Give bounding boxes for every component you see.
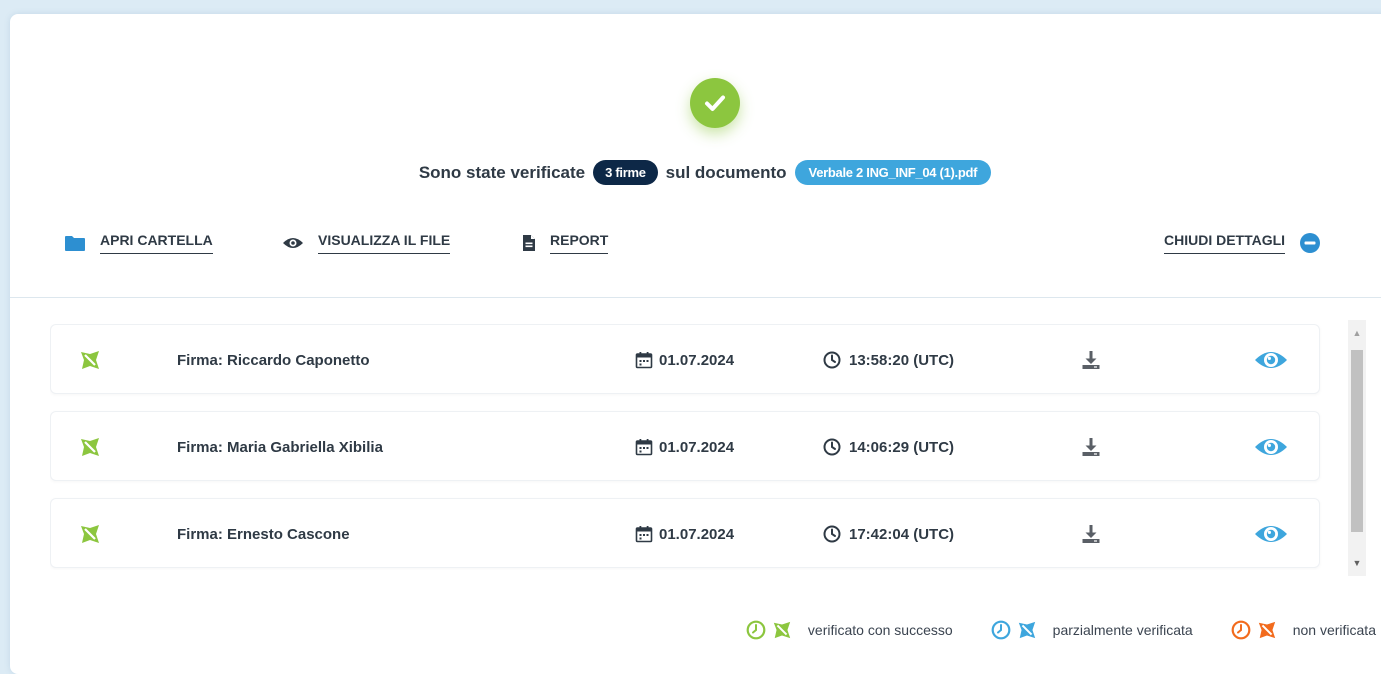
- signature-partial-icon: [1018, 621, 1035, 639]
- view-file-button[interactable]: VISUALIZZA IL FILE: [282, 232, 451, 254]
- signature-time-text: 14:06:29 (UTC): [849, 438, 955, 456]
- clock-icon: [823, 438, 841, 456]
- signature-time-text: 17:42:04 (UTC): [849, 525, 955, 543]
- verification-summary: Sono state verificate 3 firme sul docume…: [10, 160, 1381, 185]
- clock-green-icon: [746, 620, 766, 640]
- download-button[interactable]: [1081, 499, 1101, 569]
- clock-orange-icon: [1231, 620, 1251, 640]
- signature-date: 01.07.2024: [635, 412, 734, 482]
- signature-date-text: 01.07.2024: [659, 525, 735, 543]
- eye-icon: [1255, 439, 1287, 455]
- signature-verified-icon: [79, 499, 101, 569]
- success-check-icon: [690, 78, 740, 128]
- download-icon: [1082, 525, 1100, 543]
- view-signature-button[interactable]: [1253, 412, 1289, 482]
- eye-icon: [1255, 526, 1287, 542]
- signature-date: 01.07.2024: [635, 499, 734, 569]
- view-file-label: VISUALIZZA IL FILE: [318, 232, 451, 254]
- signature-time: 13:58:20 (UTC): [823, 325, 954, 395]
- download-icon: [1082, 351, 1100, 369]
- signature-time: 17:42:04 (UTC): [823, 499, 954, 569]
- signature-verified-icon: [79, 325, 101, 395]
- legend-item-failed: non verificata: [1231, 620, 1376, 640]
- summary-text-before: Sono state verificate: [418, 162, 586, 182]
- eye-icon: [283, 238, 303, 248]
- signer-name: Firma: Maria Gabriella Xibilia: [177, 438, 383, 456]
- signer-name: Firma: Ernesto Cascone: [177, 525, 350, 543]
- verification-panel: Sono state verificate 3 firme sul docume…: [10, 14, 1381, 674]
- legend-item-partial: parzialmente verificata: [991, 620, 1193, 640]
- signature-count-badge: 3 firme: [593, 160, 658, 185]
- scroll-down-arrow-icon[interactable]: ▼: [1348, 554, 1366, 572]
- folder-icon: [65, 235, 85, 251]
- clock-blue-icon: [991, 620, 1011, 640]
- signature-date-text: 01.07.2024: [659, 438, 735, 456]
- clock-icon: [823, 351, 841, 369]
- file-report-icon: [523, 235, 535, 251]
- signature-time: 14:06:29 (UTC): [823, 412, 954, 482]
- signature-row: Firma: Maria Gabriella Xibilia 01.07.202…: [50, 411, 1320, 481]
- download-icon: [1082, 438, 1100, 456]
- download-button[interactable]: [1081, 412, 1101, 482]
- signature-row: Firma: Ernesto Cascone 01.07.2024 17:42:…: [50, 498, 1320, 568]
- toolbar: APRI CARTELLA VISUALIZZA IL FILE REPORT …: [64, 232, 1364, 272]
- open-folder-button[interactable]: APRI CARTELLA: [64, 232, 213, 254]
- report-label: REPORT: [550, 232, 609, 254]
- legend-failed-label: non verificata: [1292, 622, 1376, 638]
- signature-list: Firma: Riccardo Caponetto 01.07.2024 13:…: [50, 324, 1340, 570]
- file-name-badge: Verbale 2 ING_INF_04 (1).pdf: [794, 160, 992, 185]
- download-button[interactable]: [1081, 325, 1101, 395]
- signature-failed-icon: [1258, 621, 1275, 639]
- summary-text-middle: sul documento: [665, 162, 787, 182]
- view-signature-button[interactable]: [1253, 499, 1289, 569]
- clock-icon: [823, 525, 841, 543]
- calendar-icon: [635, 352, 653, 369]
- calendar-icon: [635, 439, 653, 456]
- status-legend: verificato con successo parzialmente ver…: [708, 620, 1376, 640]
- calendar-icon: [635, 526, 653, 543]
- close-details-label: CHIUDI DETTAGLI: [1164, 232, 1286, 254]
- signer-name: Firma: Riccardo Caponetto: [177, 351, 370, 369]
- signature-row: Firma: Riccardo Caponetto 01.07.2024 13:…: [50, 324, 1320, 394]
- section-divider: [10, 297, 1381, 298]
- signature-verified-icon: [773, 621, 791, 639]
- close-details-button[interactable]: CHIUDI DETTAGLI: [1164, 232, 1321, 254]
- scroll-thumb[interactable]: [1351, 350, 1363, 532]
- signature-verified-icon: [79, 412, 101, 482]
- legend-item-verified: verificato con successo: [746, 620, 953, 640]
- scroll-up-arrow-icon[interactable]: ▲: [1348, 324, 1366, 342]
- signature-list-scrollbar[interactable]: ▲ ▼: [1348, 320, 1366, 576]
- open-folder-label: APRI CARTELLA: [100, 232, 213, 254]
- legend-verified-label: verificato con successo: [807, 622, 953, 638]
- signature-date: 01.07.2024: [635, 325, 734, 395]
- view-signature-button[interactable]: [1253, 325, 1289, 395]
- signature-date-text: 01.07.2024: [659, 351, 735, 369]
- signature-time-text: 13:58:20 (UTC): [849, 351, 955, 369]
- eye-icon: [1255, 352, 1287, 368]
- legend-partial-label: parzialmente verificata: [1052, 622, 1193, 638]
- report-button[interactable]: REPORT: [522, 232, 609, 254]
- minus-circle-icon: [1300, 233, 1321, 253]
